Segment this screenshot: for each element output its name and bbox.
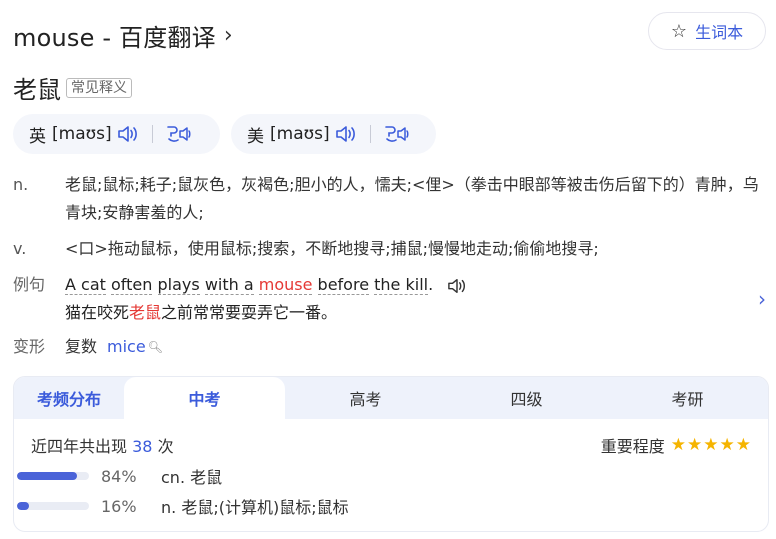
pronunciation-us: 美 [maʊs]: [231, 114, 436, 154]
example-word[interactable]: plays: [157, 275, 200, 295]
example-cn-keyword: 老鼠: [129, 303, 162, 322]
example-word[interactable]: A cat: [65, 275, 106, 295]
frequency-percent: 84%: [101, 466, 137, 486]
headword-row: 老鼠 常见释义: [13, 70, 132, 105]
definition-noun: n. 老鼠;鼠标;耗子;鼠灰色，灰褐色;胆小的人，懦夫;<俚>（拳击中眼部等被击…: [13, 171, 765, 227]
forms-label: 变形: [13, 337, 46, 356]
chevron-right-icon: ›: [223, 23, 233, 48]
follow-read-icon[interactable]: [165, 123, 193, 145]
divider: [369, 125, 371, 143]
example-word[interactable]: before: [317, 275, 370, 295]
frequency-bar-track: [17, 502, 89, 510]
star-icon: ★: [703, 435, 720, 455]
star-icon: ★: [670, 435, 687, 455]
example-cn-text: 之前常常要耍弄它一番。: [161, 303, 338, 322]
example-word[interactable]: with a: [204, 275, 254, 295]
example-sentence: 例句 A cat often plays with a mouse before…: [13, 271, 468, 327]
tab-zhongkao[interactable]: 中考: [124, 377, 285, 419]
importance: 重要程度 ★★★★★: [601, 433, 752, 457]
frequency-bar-track: [17, 472, 89, 480]
example-keyword[interactable]: mouse: [258, 275, 313, 295]
example-word[interactable]: often: [111, 275, 153, 295]
frequency-title: 考频分布: [36, 390, 101, 409]
tab-kaoyan[interactable]: 考研: [607, 377, 768, 419]
magnifier-icon: 🔍︎: [147, 340, 163, 354]
example-cn-text: 猫在咬死: [65, 303, 130, 322]
example-chinese: 猫在咬死老鼠之前常常要耍弄它一番。: [65, 299, 468, 327]
count-suffix: 次: [157, 437, 174, 456]
pronunciation-uk: 英 [maʊs]: [13, 114, 220, 154]
chevron-right-icon[interactable]: ›: [758, 287, 766, 311]
example-label: 例句: [13, 275, 46, 294]
headword: 老鼠: [13, 76, 61, 104]
vocab-book-label: 生词本: [695, 23, 744, 42]
pron-region: 美: [247, 126, 264, 147]
tab-cet4[interactable]: 四级: [446, 377, 607, 419]
example-punct: .: [428, 275, 434, 294]
star-icon: ★: [687, 435, 704, 455]
word-forms: 变形 复数 mice 🔍︎: [13, 333, 163, 361]
tab-gaokao[interactable]: 高考: [285, 377, 446, 419]
star-outline-icon: ☆: [670, 20, 688, 42]
occurrence-count: 近四年共出现 38 次: [31, 433, 174, 457]
definition-text: 老鼠;鼠标;耗子;鼠灰色，灰褐色;胆小的人，懦夫;<俚>（拳击中眼部等被击伤后留…: [65, 175, 759, 222]
frequency-percent: 16%: [101, 496, 137, 516]
star-icon: ★: [719, 435, 736, 455]
frequency-label: cn. 老鼠: [161, 468, 223, 487]
importance-stars: ★★★★★: [671, 435, 752, 455]
part-of-speech: v.: [13, 239, 27, 258]
common-meaning-tag: 常见释义: [66, 77, 132, 98]
follow-read-icon[interactable]: [383, 123, 411, 145]
speaker-icon[interactable]: [116, 124, 140, 144]
frequency-bar-row: 16% n. 老鼠;(计算机)鼠标;鼠标: [17, 494, 349, 518]
count-prefix: 近四年共出现: [31, 437, 128, 456]
frequency-bar-fill: [17, 502, 29, 510]
frequency-label: n. 老鼠;(计算机)鼠标;鼠标: [161, 498, 349, 517]
page-title-text: mouse - 百度翻译: [13, 24, 216, 52]
definition-verb: v. <口>拖动鼠标，使用鼠标;搜索，不断地搜寻;捕鼠;慢慢地走动;偷偷地搜寻;: [13, 235, 765, 263]
frequency-bar-row: 84% cn. 老鼠: [17, 464, 222, 488]
exam-tabs: 考频分布 中考 高考 四级 考研: [14, 377, 768, 419]
pron-ipa: [maʊs]: [270, 124, 330, 144]
speaker-icon[interactable]: [334, 124, 358, 144]
frequency-bar-fill: [17, 472, 78, 480]
plural-form-link[interactable]: mice: [107, 333, 146, 361]
vocab-book-button[interactable]: ☆ 生词本: [648, 12, 766, 50]
speaker-icon[interactable]: [446, 277, 468, 295]
form-type: 复数: [65, 337, 98, 356]
count-number: 38: [132, 437, 153, 456]
pron-ipa: [maʊs]: [52, 124, 112, 144]
definition-text: <口>拖动鼠标，使用鼠标;搜索，不断地搜寻;捕鼠;慢慢地走动;偷偷地搜寻;: [65, 239, 599, 258]
part-of-speech: n.: [13, 175, 29, 194]
star-icon: ★: [735, 435, 752, 455]
example-word[interactable]: the kill: [374, 275, 429, 295]
pron-region: 英: [29, 126, 46, 147]
divider: [151, 125, 153, 143]
page-title[interactable]: mouse - 百度翻译 ›: [13, 18, 233, 53]
example-english: A cat often plays with a mouse before th…: [65, 271, 468, 299]
importance-label: 重要程度: [600, 437, 665, 456]
